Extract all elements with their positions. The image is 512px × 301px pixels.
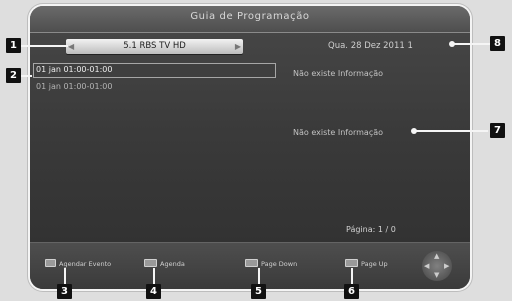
schedule-hint[interactable]: Agenda [144,259,185,268]
page-up-label: Page Up [361,260,388,268]
page-up-key-icon [345,259,358,267]
callout-6-leader [351,268,353,284]
footer-bar: Agendar Evento Agenda Page Down Page Up … [30,242,470,289]
page-up-hint[interactable]: Page Up [345,259,388,268]
timer-key-icon [144,259,157,267]
page-title: Guia de Programação [190,11,310,22]
ok-key-icon [45,259,56,267]
callout-8-dot [449,41,455,47]
navigation-cross-icon: ▲ ▼ ◀ ▶ [422,251,452,281]
callout-badge-6: 6 [344,284,359,299]
event-list-item[interactable]: 01 jan 01:00-01:00 [36,82,112,91]
callout-4-leader [153,268,155,284]
callout-badge-8: 8 [490,36,505,51]
current-date: Qua. 28 Dez 2011 1 [328,41,413,51]
title-bar: Guia de Programação [30,6,470,33]
schedule-label: Agenda [160,260,185,268]
epg-screen: Guia de Programação ◀ 5.1 RBS TV HD ▶ Qu… [30,6,470,289]
callout-3-leader [64,268,66,284]
callout-7-dot [411,128,417,134]
callout-badge-5: 5 [251,284,266,299]
callout-badge-2: 2 [6,68,21,83]
page-down-key-icon [245,259,258,267]
arrow-right-icon[interactable]: ▶ [235,41,241,52]
nav-down-icon: ▼ [434,271,440,279]
event-info-description: Não existe Informação [293,128,384,137]
channel-selector[interactable]: ◀ 5.1 RBS TV HD ▶ [66,39,243,54]
page-indicator: Página: 1 / 0 [346,225,396,234]
callout-badge-7: 7 [490,123,505,138]
schedule-event-label: Agendar Evento [59,260,112,268]
schedule-event-hint[interactable]: Agendar Evento [45,259,112,268]
page-down-hint[interactable]: Page Down [245,259,298,268]
callout-2-leader [20,75,32,77]
event-info-title: Não existe Informação [293,69,384,78]
nav-right-icon: ▶ [444,262,450,270]
callout-7-leader [414,130,488,132]
callout-1-leader [20,45,68,47]
callout-badge-3: 3 [57,284,72,299]
event-time: 01 jan 01:00-01:00 [36,65,113,74]
callout-badge-1: 1 [6,38,21,53]
callout-5-leader [258,268,260,284]
event-list-item-selected[interactable]: 01 jan 01:00-01:00 [33,63,276,78]
callout-8-leader [452,43,490,45]
nav-left-icon: ◀ [424,262,430,270]
nav-up-icon: ▲ [434,252,440,260]
page-down-label: Page Down [261,260,298,268]
channel-name: 5.1 RBS TV HD [123,41,186,51]
callout-badge-4: 4 [146,284,161,299]
